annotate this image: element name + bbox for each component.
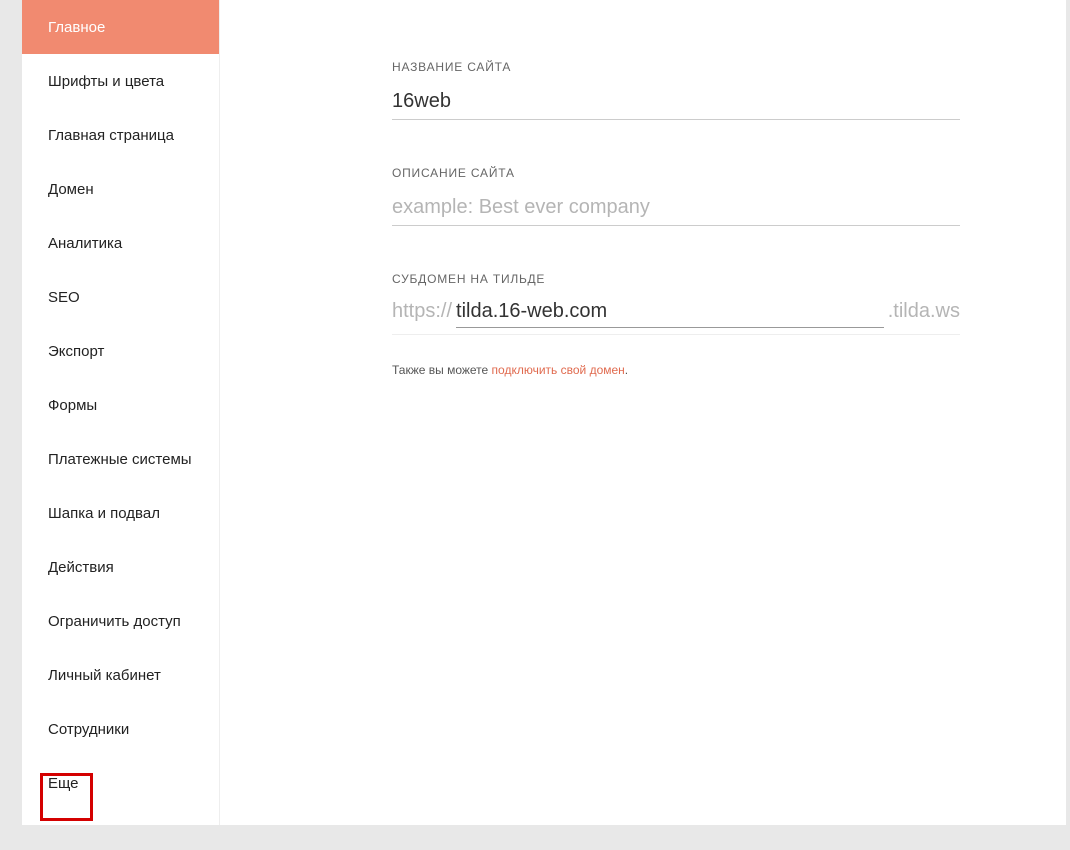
connect-domain-link[interactable]: подключить свой домен	[492, 363, 625, 377]
label-subdomain: СУБДОМЕН НА ТИЛЬДЕ	[392, 272, 960, 286]
input-site-name[interactable]	[392, 88, 960, 120]
sidebar-item-label: Главное	[48, 19, 105, 36]
sidebar-item-seo[interactable]: SEO	[22, 270, 219, 324]
settings-panel: Главное Шрифты и цвета Главная страница …	[22, 0, 1066, 825]
sidebar-item-label: Формы	[48, 397, 97, 414]
field-site-description: ОПИСАНИЕ САЙТА	[392, 166, 960, 226]
sidebar-item-payments[interactable]: Платежные системы	[22, 432, 219, 486]
label-site-description: ОПИСАНИЕ САЙТА	[392, 166, 960, 180]
sidebar-item-label: Главная страница	[48, 127, 174, 144]
sidebar-item-main-page[interactable]: Главная страница	[22, 108, 219, 162]
sidebar-item-main[interactable]: Главное	[22, 0, 219, 54]
label-site-name: НАЗВАНИЕ САЙТА	[392, 60, 960, 74]
input-subdomain[interactable]	[456, 300, 884, 328]
sidebar-item-account[interactable]: Личный кабинет	[22, 648, 219, 702]
sidebar-item-label: Ограничить доступ	[48, 613, 181, 630]
sidebar-item-export[interactable]: Экспорт	[22, 324, 219, 378]
field-subdomain: СУБДОМЕН НА ТИЛЬДЕ https:// .tilda.ws Та…	[392, 272, 960, 377]
sidebar-item-label: Личный кабинет	[48, 667, 161, 684]
sidebar-item-label: Действия	[48, 559, 114, 576]
subdomain-row: https:// .tilda.ws	[392, 300, 960, 335]
sidebar-item-label: Шапка и подвал	[48, 505, 160, 522]
sidebar-item-header-footer[interactable]: Шапка и подвал	[22, 486, 219, 540]
sidebar-item-label: SEO	[48, 289, 80, 306]
sidebar-item-restrict-access[interactable]: Ограничить доступ	[22, 594, 219, 648]
sidebar-item-actions[interactable]: Действия	[22, 540, 219, 594]
sidebar-item-more[interactable]: Еще	[22, 756, 219, 810]
sidebar-item-label: Аналитика	[48, 235, 122, 252]
domain-hint-suffix: .	[625, 363, 628, 377]
sidebar-item-label: Экспорт	[48, 343, 104, 360]
sidebar-item-label: Сотрудники	[48, 721, 129, 738]
sidebar-item-forms[interactable]: Формы	[22, 378, 219, 432]
domain-hint: Также вы можете подключить свой домен.	[392, 363, 960, 377]
domain-hint-prefix: Также вы можете	[392, 363, 492, 377]
sidebar-item-label: Домен	[48, 181, 94, 198]
input-site-description[interactable]	[392, 194, 960, 226]
settings-sidebar: Главное Шрифты и цвета Главная страница …	[22, 0, 220, 825]
settings-content: НАЗВАНИЕ САЙТА ОПИСАНИЕ САЙТА СУБДОМЕН Н…	[392, 60, 960, 377]
sidebar-item-label: Платежные системы	[48, 451, 192, 468]
sidebar-item-collaborators[interactable]: Сотрудники	[22, 702, 219, 756]
sidebar-item-domain[interactable]: Домен	[22, 162, 219, 216]
sidebar-item-label: Шрифты и цвета	[48, 73, 164, 90]
sidebar-item-fonts-colors[interactable]: Шрифты и цвета	[22, 54, 219, 108]
subdomain-suffix: .tilda.ws	[888, 300, 960, 323]
sidebar-item-analytics[interactable]: Аналитика	[22, 216, 219, 270]
sidebar-item-label: Еще	[48, 775, 79, 792]
field-site-name: НАЗВАНИЕ САЙТА	[392, 60, 960, 120]
subdomain-prefix: https://	[392, 300, 452, 323]
